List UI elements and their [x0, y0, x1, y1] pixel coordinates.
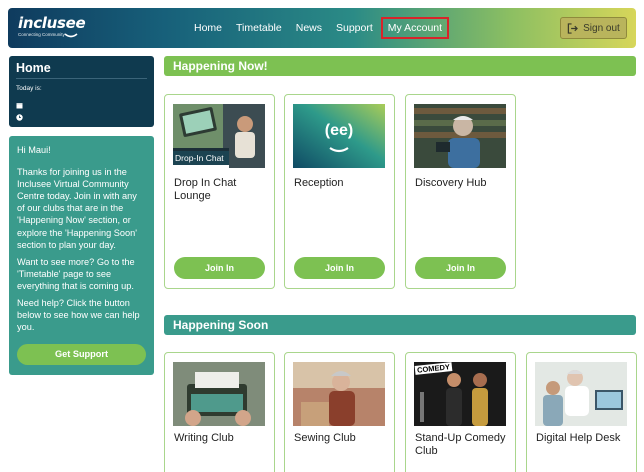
drop-in-chat-thumb-text: Drop-In Chat [173, 151, 229, 165]
welcome-paragraph: Want to see more? Go to the 'Timetable' … [17, 256, 135, 291]
sign-out-label: Sign out [583, 22, 620, 34]
happening-now-heading: Happening Now! [164, 56, 636, 76]
comedy-club-thumbnail: COMEDY [414, 362, 506, 426]
card-title: Discovery Hub [415, 177, 487, 189]
digital-help-desk-thumbnail [535, 362, 627, 426]
home-panel: Home Today is: [9, 56, 154, 127]
card-sewing-club[interactable]: Sewing Club [284, 352, 395, 472]
drop-in-chat-thumbnail: Drop-In Chat [173, 104, 265, 168]
get-support-button[interactable]: Get Support [17, 344, 146, 365]
nav-news[interactable]: News [290, 17, 328, 39]
inclusee-logo[interactable]: inclusee Connecting Community [18, 14, 86, 38]
card-title: Digital Help Desk [536, 432, 621, 444]
sewing-club-thumbnail [293, 362, 385, 426]
card-reception[interactable]: (ee) Reception Join In [284, 94, 395, 289]
card-title: Writing Club [174, 432, 234, 444]
today-label: Today is: [16, 85, 42, 92]
reception-thumb-text: (ee) [324, 122, 354, 139]
card-title: Sewing Club [294, 432, 356, 444]
time-row [16, 108, 147, 121]
card-title: Reception [294, 177, 344, 189]
welcome-paragraph: Need help? Click the button below to see… [17, 298, 140, 333]
join-in-button[interactable]: Join In [415, 257, 506, 279]
reception-thumbnail: (ee) [293, 104, 385, 168]
card-stand-up-comedy[interactable]: COMEDY Stand-Up Comedy Club [405, 352, 516, 472]
welcome-paragraph: Thanks for joining us in the Inclusee Vi… [17, 167, 137, 250]
nav-support[interactable]: Support [330, 17, 379, 39]
happening-soon-heading: Happening Soon [164, 315, 636, 335]
nav-home[interactable]: Home [188, 17, 228, 39]
card-title: Stand-Up Comedy Club [415, 432, 506, 457]
card-discovery-hub[interactable]: Discovery Hub Join In [405, 94, 516, 289]
sign-out-icon [567, 22, 579, 34]
main-nav: Home Timetable News Support My Account [188, 17, 451, 39]
nav-my-account[interactable]: My Account [380, 17, 450, 39]
top-header: inclusee Connecting Community Home Timet… [8, 8, 636, 48]
smile-icon [64, 33, 78, 38]
card-title: Drop In Chat Lounge [174, 177, 237, 202]
card-writing-club[interactable]: Writing Club [164, 352, 275, 472]
greeting: Hi Maui! [17, 145, 51, 155]
nav-timetable[interactable]: Timetable [230, 17, 288, 39]
card-drop-in-chat[interactable]: Drop-In Chat Drop In Chat Lounge Join In [164, 94, 275, 289]
clock-icon [16, 114, 23, 121]
card-digital-help-desk[interactable]: Digital Help Desk [526, 352, 637, 472]
welcome-panel: Hi Maui! Thanks for joining us in the In… [9, 136, 154, 375]
discovery-hub-thumbnail [414, 104, 506, 168]
join-in-button[interactable]: Join In [174, 257, 265, 279]
home-title: Home [16, 61, 147, 79]
writing-club-thumbnail [173, 362, 265, 426]
logo-text: inclusee [18, 14, 86, 32]
date-row [16, 96, 147, 109]
join-in-button[interactable]: Join In [294, 257, 385, 279]
sign-out-button[interactable]: Sign out [560, 17, 627, 39]
